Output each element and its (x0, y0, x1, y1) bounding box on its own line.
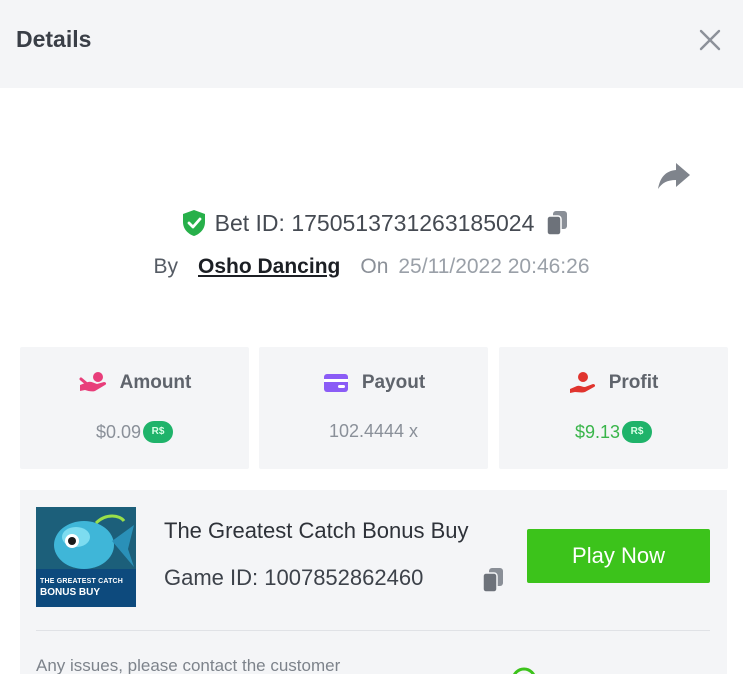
amount-value: $0.09 (95, 421, 142, 442)
profit-card: Profit $9.13 R$ (499, 347, 728, 469)
details-header: Details (0, 0, 743, 88)
thumbnail-caption: BONUS BUY (40, 587, 101, 598)
share-icon (658, 163, 690, 189)
close-icon (699, 29, 721, 51)
divider (36, 630, 710, 631)
play-now-button[interactable]: Play Now (527, 529, 710, 583)
hand-coins-icon (79, 372, 106, 392)
amount-card: Amount $0.09 R$ (20, 347, 249, 469)
username-link[interactable]: Osho Dancing (198, 255, 340, 279)
game-id: Game ID: 1007852862460 (164, 565, 424, 590)
amount-label: Amount (119, 372, 192, 393)
thumbnail-caption: THE GREATEST CATCH (40, 578, 124, 585)
chat-support-icon[interactable] (510, 666, 538, 674)
copy-icon[interactable] (544, 208, 570, 238)
currency-badge: R$ (622, 421, 653, 443)
by-label: By (153, 255, 178, 278)
bet-id: Bet ID: 1750513731263185024 (214, 209, 535, 236)
page-title: Details (16, 26, 92, 52)
share-button[interactable] (654, 158, 694, 194)
copy-icon[interactable] (480, 565, 506, 595)
payout-value: 102.4444 x (328, 421, 419, 441)
support-message: Any issues, please contact the customer (36, 656, 341, 674)
payout-card: Payout 102.4444 x (259, 347, 488, 469)
profit-label: Profit (608, 372, 659, 393)
game-thumbnail[interactable]: THE GREATEST CATCH BONUS BUY (36, 507, 136, 607)
wallet-icon (323, 374, 348, 392)
game-name: The Greatest Catch Bonus Buy (164, 518, 469, 543)
close-button[interactable] (694, 24, 726, 56)
profit-hand-icon (569, 372, 595, 393)
payout-label: Payout (361, 372, 426, 393)
bet-id-row: Bet ID: 1750513731263185024 (0, 204, 743, 242)
profit-value: $9.13 (574, 421, 621, 442)
bet-meta-row: By Osho Dancing On 25/11/2022 20:46:26 (0, 250, 743, 284)
bet-timestamp: 25/11/2022 20:46:26 (398, 255, 590, 278)
shield-check-icon (182, 210, 205, 236)
on-label: On (360, 255, 389, 278)
game-panel: THE GREATEST CATCH BONUS BUY The Greates… (20, 490, 727, 674)
currency-badge: R$ (143, 421, 174, 443)
